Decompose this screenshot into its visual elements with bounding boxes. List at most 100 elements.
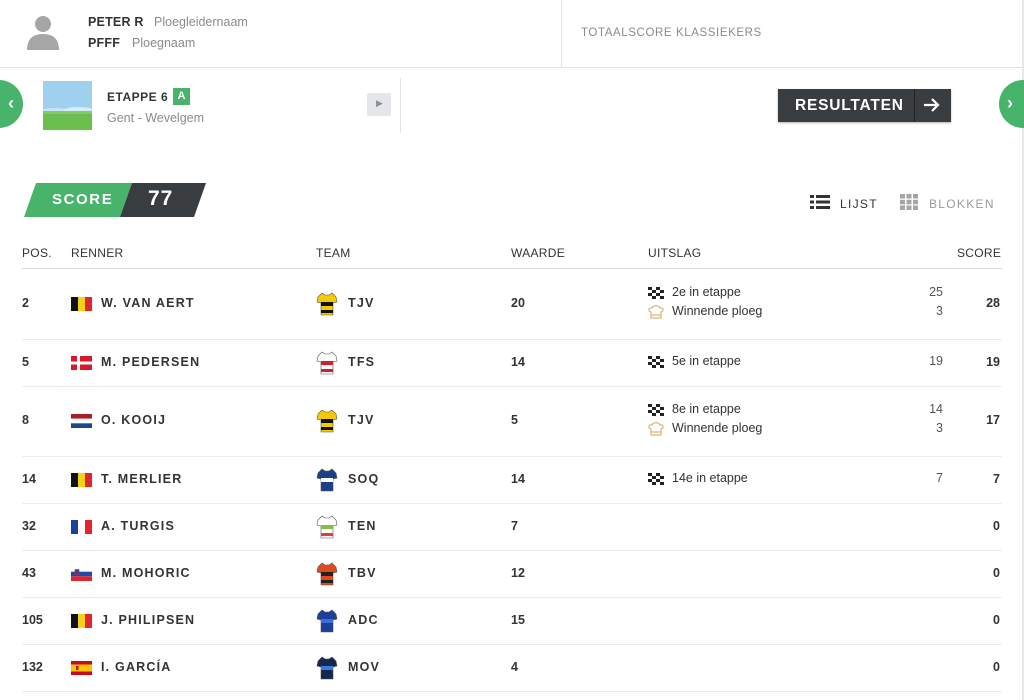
stage-badge: A (173, 88, 190, 105)
row-divider (22, 691, 1002, 692)
stage-route: Gent - Wevelgem (107, 111, 205, 125)
result-text: 14e in etappe (672, 470, 748, 485)
rider-value: 12 (511, 565, 525, 580)
result-line: 8e in etappe 14 (648, 402, 948, 421)
rider-name[interactable]: I. GARCÍA (101, 660, 172, 674)
country-flag-icon (71, 660, 92, 675)
team-code[interactable]: SOQ (348, 472, 379, 486)
rider-value: 14 (511, 471, 525, 486)
rider-name[interactable]: J. PHILIPSEN (101, 613, 195, 627)
next-stage-button[interactable]: › (999, 80, 1024, 128)
country-flag-icon (71, 613, 92, 628)
country-flag-icon (71, 519, 92, 534)
results-button[interactable]: RESULTATEN (778, 89, 951, 122)
manager-name: PETER R (88, 15, 144, 29)
result-line: Winnende ploeg 3 (648, 304, 948, 323)
rider-position: 14 (22, 471, 36, 486)
result-text: Winnende ploeg (672, 421, 763, 435)
manager-name-label: Ploegleidernaam (154, 15, 248, 29)
rider-name[interactable]: A. TURGIS (101, 519, 175, 533)
result-points: 25 (929, 285, 943, 299)
rider-value: 7 (511, 518, 518, 533)
country-flag-icon (71, 297, 92, 311)
chevron-right-icon: › (1007, 93, 1013, 113)
list-icon (810, 195, 830, 209)
rider-score: 28 (986, 296, 1000, 310)
result-text: 8e in etappe (672, 402, 741, 416)
score-label: SCORE (52, 191, 114, 208)
team-jersey-icon (316, 409, 338, 433)
team-code[interactable]: TBV (348, 566, 377, 580)
result-text: 2e in etappe (672, 285, 741, 299)
rider-name[interactable]: M. MOHORIC (101, 566, 191, 580)
result-list: 2e in etappe 25 Winnende ploeg 3 (648, 285, 948, 323)
table-row[interactable]: 5 M. PEDERSEN TFS 14 5e in etappe 19 19 (0, 339, 1024, 387)
table-row[interactable]: 43 M. MOHORIC TBV 12 0 (0, 550, 1024, 598)
team-code[interactable]: TEN (348, 519, 377, 533)
result-list: 14e in etappe 7 (648, 471, 948, 490)
rider-name[interactable]: W. VAN AERT (101, 296, 195, 310)
checkered-flag-icon (648, 472, 664, 485)
rider-position: 5 (22, 354, 29, 369)
table-row[interactable]: 105 J. PHILIPSEN ADC 15 0 (0, 597, 1024, 645)
checkered-flag-icon (648, 287, 664, 299)
col-header-pos[interactable]: POS. (22, 246, 52, 260)
team-name: PFFF (88, 36, 121, 50)
rider-score: 17 (986, 413, 1000, 427)
team-jersey-icon (316, 292, 338, 316)
team-name-label: Ploegnaam (132, 36, 196, 50)
col-header-value[interactable]: WAARDE (511, 246, 565, 260)
results-button-separator (914, 89, 915, 122)
result-points: 3 (936, 421, 943, 435)
table-row[interactable]: 14 T. MERLIER SOQ 14 14e in etappe 7 7 (0, 456, 1024, 504)
team-code[interactable]: TJV (348, 413, 375, 427)
team-code[interactable]: MOV (348, 660, 380, 674)
table-row[interactable]: 2 W. VAN AERT TJV 20 2e in etappe 25 Win… (0, 269, 1024, 340)
col-header-rider[interactable]: RENNER (71, 246, 123, 260)
stage-title: ETAPPE 6 (107, 90, 169, 104)
rider-name[interactable]: M. PEDERSEN (101, 355, 200, 369)
checkered-flag-icon (648, 404, 664, 416)
rider-value: 5 (511, 413, 518, 427)
rider-score: 7 (993, 471, 1000, 486)
play-icon: ▶ (376, 98, 383, 108)
total-score-label: TOTAALSCORE KLASSIEKERS (581, 27, 762, 39)
result-text: Winnende ploeg (672, 304, 763, 318)
result-points: 14 (929, 402, 943, 416)
rider-value: 15 (511, 612, 525, 627)
score-value: 77 (148, 187, 174, 210)
result-line: 14e in etappe 7 (648, 471, 948, 490)
rider-value: 4 (511, 659, 518, 674)
team-jersey-icon (316, 656, 338, 679)
result-list: 5e in etappe 19 (648, 354, 948, 373)
chef-hat-icon (648, 305, 664, 319)
result-points: 19 (929, 353, 943, 368)
team-jersey-icon (316, 468, 338, 491)
header-divider (561, 0, 562, 67)
team-code[interactable]: TFS (348, 355, 375, 369)
col-header-team[interactable]: TEAM (316, 246, 351, 260)
table-row[interactable]: 132 I. GARCÍA MOV 4 0 (0, 644, 1024, 692)
user-avatar-icon (27, 16, 59, 50)
rider-position: 105 (22, 612, 43, 627)
stage-select-button[interactable]: ▶ (367, 93, 391, 116)
rider-score: 19 (986, 354, 1000, 369)
result-text: 5e in etappe (672, 353, 741, 368)
chef-hat-icon (648, 422, 664, 436)
rider-position: 2 (22, 296, 29, 310)
team-code[interactable]: TJV (348, 296, 375, 310)
view-list-label: LIJST (840, 197, 878, 211)
table-row[interactable]: 32 A. TURGIS TEN 7 0 (0, 503, 1024, 551)
col-header-score[interactable]: SCORE (957, 246, 1001, 260)
results-button-label: RESULTATEN (795, 97, 904, 114)
rider-name[interactable]: O. KOOIJ (101, 413, 166, 427)
rider-name[interactable]: T. MERLIER (101, 472, 182, 486)
team-code[interactable]: ADC (348, 613, 379, 627)
rider-value: 20 (511, 296, 525, 310)
table-row[interactable]: 8 O. KOOIJ TJV 5 8e in etappe 14 Winnend… (0, 386, 1024, 457)
arrow-right-icon (924, 98, 940, 112)
col-header-result: UITSLAG (648, 246, 702, 260)
previous-stage-button[interactable]: ‹ (0, 80, 23, 128)
team-jersey-icon (316, 351, 338, 374)
result-line: Winnende ploeg 3 (648, 421, 948, 440)
